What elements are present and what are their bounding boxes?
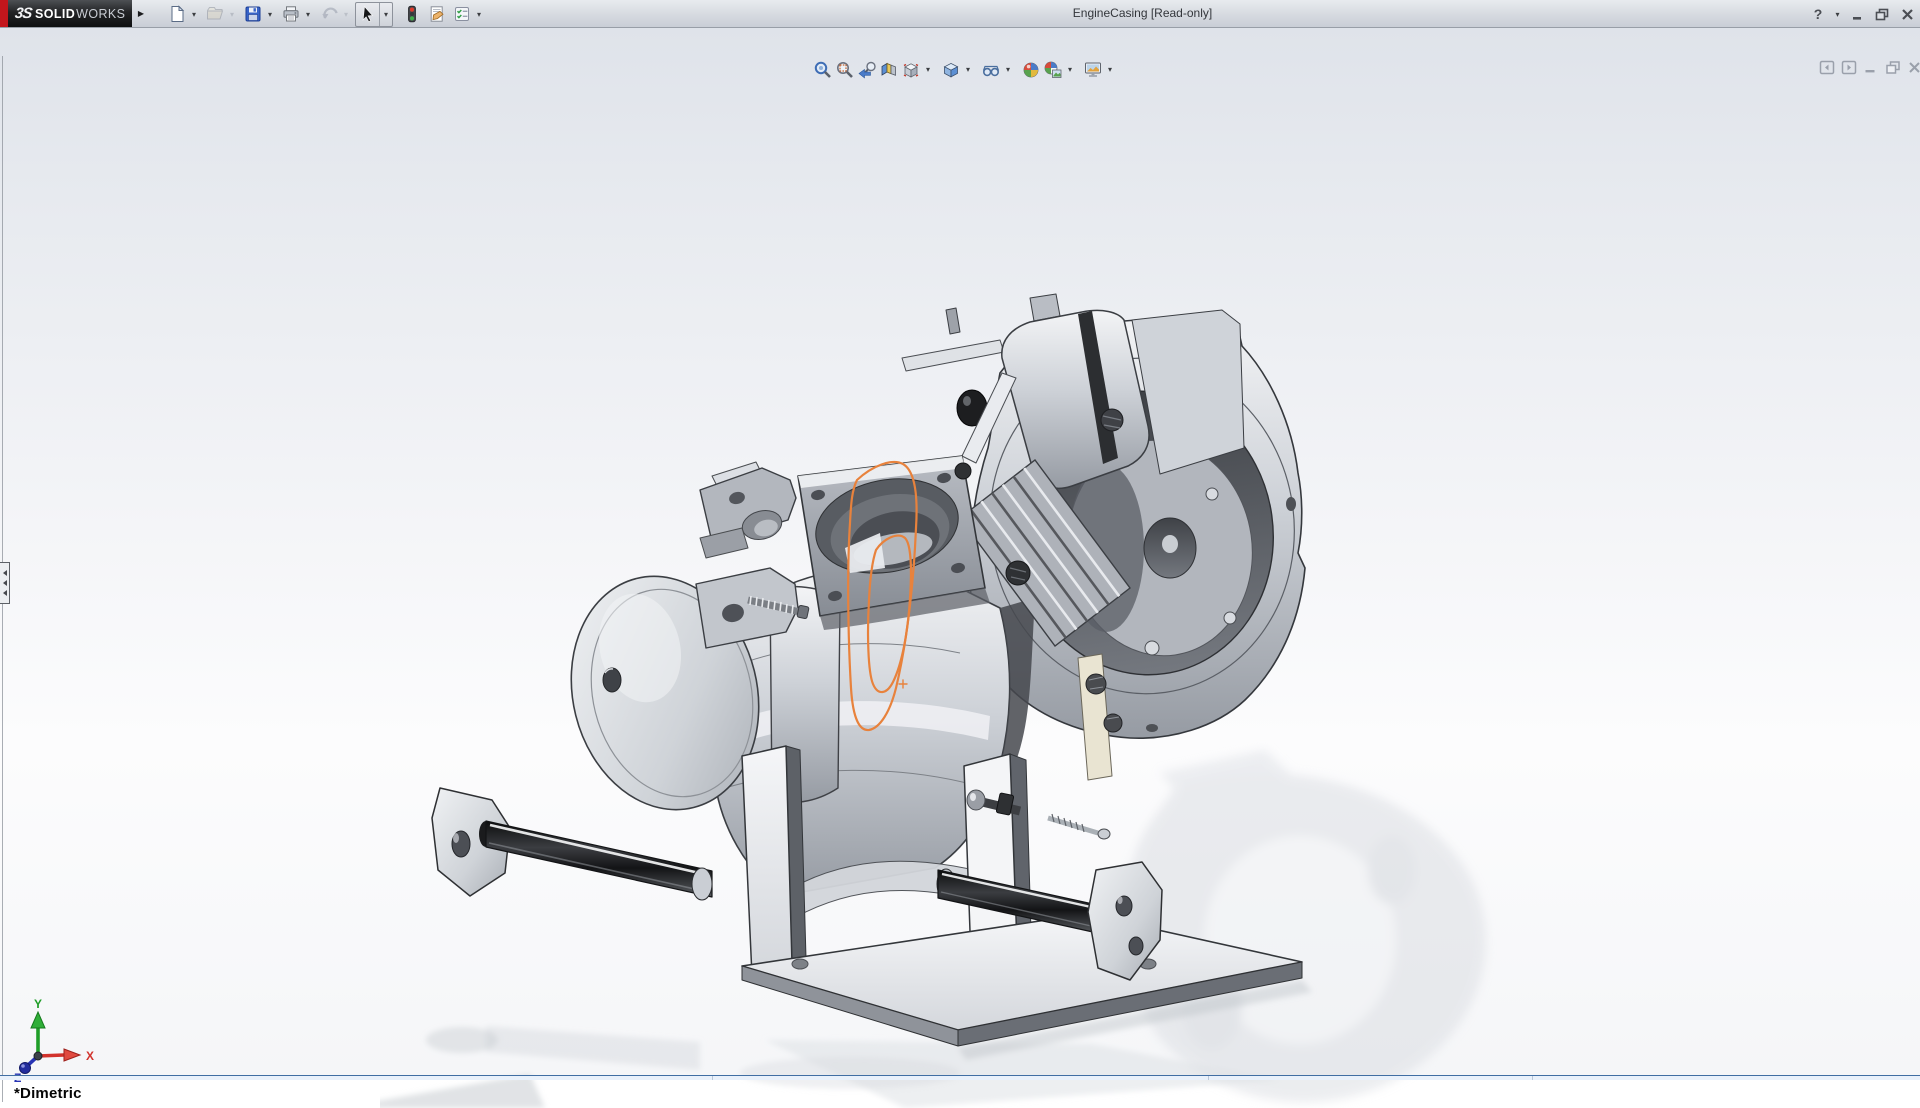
section-view-icon <box>881 62 896 76</box>
close-icon <box>1901 8 1913 20</box>
open-folder-icon <box>206 7 223 20</box>
solidworks-glyph-icon: 3S <box>13 5 33 22</box>
view-orientation-dropdown-arrow[interactable]: ▾ <box>922 58 934 81</box>
minimize-icon <box>1852 16 1861 20</box>
pane-left-icon <box>1819 60 1834 74</box>
solidworks-app: { "window": { "title": "EngineCasing [Re… <box>0 0 1920 1108</box>
menu-flyout-arrow[interactable]: ▶ <box>134 4 148 23</box>
window-title: EngineCasing [Read-only] <box>1072 6 1213 20</box>
traffic-light-icon <box>407 5 416 23</box>
rebuild-button[interactable] <box>400 3 423 26</box>
view-settings-monitor-icon <box>1085 62 1101 77</box>
doc-close-button[interactable] <box>1906 59 1920 75</box>
options-checklist-icon <box>454 7 469 21</box>
save-floppy-icon <box>245 6 260 22</box>
new-document-icon <box>171 5 184 22</box>
view-orientation-label: *Dimetric <box>14 1085 82 1102</box>
open-document-button[interactable] <box>203 3 226 26</box>
document-window-controls <box>1818 59 1920 75</box>
window-titlebar[interactable]: 3S SOLID WORKS ▶ ▾ ▾ ▾ ▾ ▾ ▾ ▾ EngineCas… <box>0 0 1920 28</box>
heads-up-view-toolbar: ▾ ▾ ▾ ▾ ▾ <box>812 58 1116 81</box>
hide-show-items-dropdown-arrow[interactable]: ▾ <box>1002 58 1014 81</box>
edit-appearance-button[interactable] <box>1020 59 1042 81</box>
print-dropdown-arrow[interactable]: ▾ <box>302 3 314 26</box>
select-tool-button[interactable] <box>356 3 379 26</box>
print-button[interactable] <box>279 3 302 26</box>
left-brackets <box>695 461 810 649</box>
doc-restore-icon <box>1885 60 1900 74</box>
zoom-to-fit-button[interactable] <box>812 59 834 81</box>
options-dropdown-arrow[interactable]: ▾ <box>473 3 485 26</box>
select-dropdown-arrow[interactable]: ▾ <box>379 2 392 26</box>
threaded-studs <box>1047 813 1111 840</box>
doc-minimize-button[interactable] <box>1862 59 1879 75</box>
collapse-pane-left-button[interactable] <box>1818 59 1835 75</box>
doc-restore-button[interactable] <box>1884 59 1901 75</box>
previous-view-icon <box>858 61 876 79</box>
status-divider <box>712 1076 713 1080</box>
collapse-arrow-icon <box>2 580 7 586</box>
brand-name-bold: SOLID <box>34 6 76 21</box>
previous-view-button[interactable] <box>856 59 878 81</box>
standard-toolbar: ▾ ▾ ▾ ▾ ▾ ▾ ▾ <box>165 1 488 27</box>
help-dropdown-arrow[interactable]: ▾ <box>1833 3 1842 26</box>
view-settings-button[interactable] <box>1082 59 1104 81</box>
display-style-cube-icon <box>943 62 959 77</box>
undo-button[interactable] <box>317 3 340 26</box>
engine-casing-model[interactable] <box>380 278 1560 1108</box>
view-orientation-button[interactable] <box>900 59 922 81</box>
display-style-dropdown-arrow[interactable]: ▾ <box>962 58 974 81</box>
pane-right-icon <box>1841 60 1856 74</box>
status-divider <box>1208 1076 1209 1080</box>
collapsed-panel-tab[interactable] <box>0 562 10 604</box>
zoom-to-area-icon <box>837 61 853 78</box>
floor-reflection-casing <box>1124 750 1486 1103</box>
undo-arrow-icon <box>321 7 338 19</box>
printer-icon <box>283 6 298 22</box>
zoom-to-area-button[interactable] <box>834 59 856 81</box>
orientation-triad[interactable]: Y X Z <box>0 998 110 1098</box>
restore-button[interactable] <box>1872 4 1892 24</box>
appearance-sphere-icon <box>1023 62 1039 77</box>
screen-edge-red-strip <box>0 0 8 27</box>
brand-name-light: WORKS <box>76 6 126 21</box>
section-view-button[interactable] <box>878 59 900 81</box>
collapse-arrow-icon <box>2 570 7 576</box>
apply-scene-icon <box>1044 61 1062 78</box>
apply-scene-button[interactable] <box>1042 59 1064 81</box>
restore-icon <box>1875 8 1889 20</box>
doc-minimize-icon <box>1865 69 1875 72</box>
collapse-pane-right-button[interactable] <box>1840 59 1857 75</box>
select-tool-group: ▾ <box>355 1 393 27</box>
select-cursor-icon <box>362 5 373 23</box>
status-bar <box>0 1075 1920 1080</box>
file-properties-button[interactable] <box>425 3 448 26</box>
save-button[interactable] <box>241 3 264 26</box>
help-button[interactable]: ? <box>1808 4 1828 24</box>
triad-x-label: X <box>86 1049 94 1063</box>
status-divider <box>1532 1076 1533 1080</box>
close-button[interactable] <box>1897 4 1917 24</box>
doc-close-icon <box>1909 61 1920 73</box>
apply-scene-dropdown-arrow[interactable]: ▾ <box>1064 58 1076 81</box>
new-document-button[interactable] <box>165 3 188 26</box>
view-settings-dropdown-arrow[interactable]: ▾ <box>1104 58 1116 81</box>
undo-dropdown-arrow[interactable]: ▾ <box>340 3 352 26</box>
open-dropdown-arrow[interactable]: ▾ <box>226 3 238 26</box>
eyeglasses-icon <box>982 65 1000 76</box>
collapse-arrow-icon <box>2 590 7 596</box>
save-dropdown-arrow[interactable]: ▾ <box>264 3 276 26</box>
hide-show-items-button[interactable] <box>980 59 1002 81</box>
file-properties-icon <box>430 6 444 22</box>
minimize-button[interactable] <box>1847 4 1867 24</box>
zoom-to-fit-icon <box>814 61 831 78</box>
options-button[interactable] <box>450 3 473 26</box>
view-orientation-cube-icon <box>903 62 919 78</box>
window-controls: ? ▾ <box>1808 3 1917 25</box>
graphics-viewport[interactable]: ▾ ▾ ▾ ▾ ▾ Y X *Dimetric <box>0 28 1920 1108</box>
triad-y-label: Y <box>34 998 42 1011</box>
solidworks-logo: 3S SOLID WORKS <box>8 0 132 27</box>
new-dropdown-arrow[interactable]: ▾ <box>188 3 200 26</box>
display-style-button[interactable] <box>940 59 962 81</box>
